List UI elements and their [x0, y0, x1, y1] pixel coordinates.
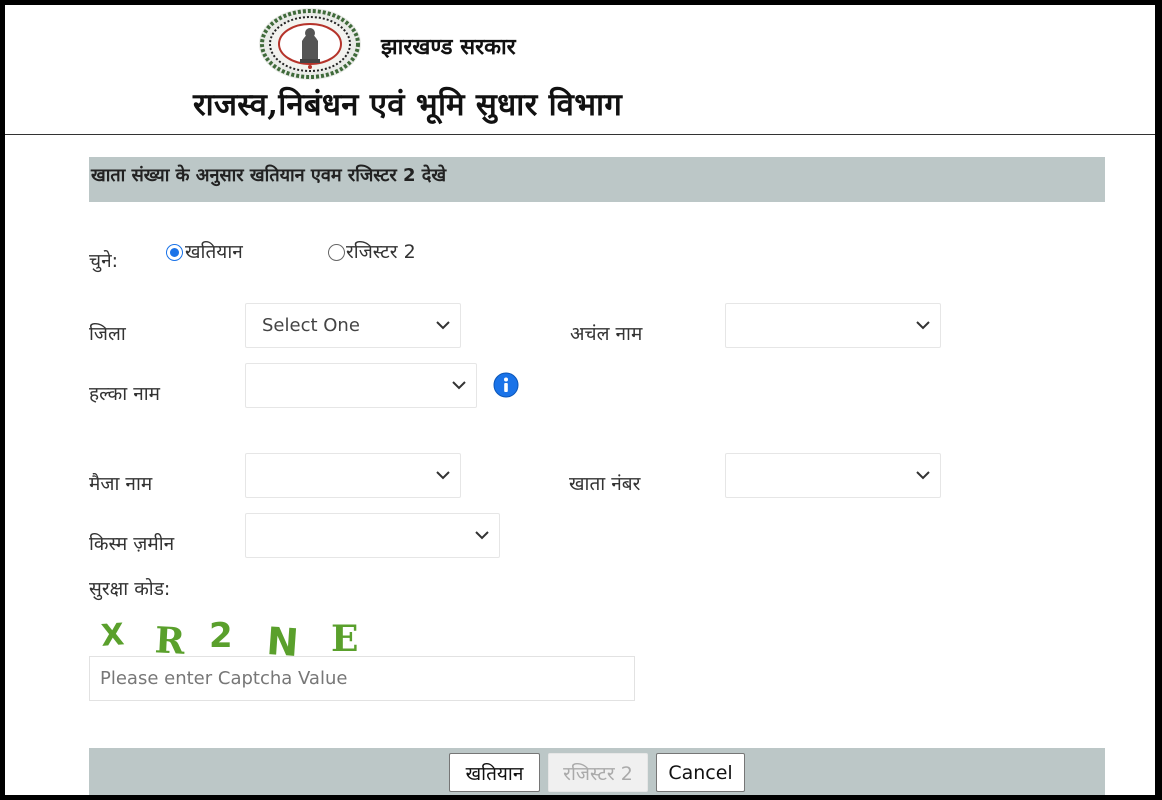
- khata-number-select[interactable]: [725, 453, 941, 498]
- cancel-button[interactable]: Cancel: [656, 753, 745, 792]
- land-type-label: किस्म ज़मीन: [89, 533, 175, 555]
- chevron-down-icon: [436, 321, 450, 330]
- section-header-bar: खाता संख्या के अनुसार खतियान एवम रजिस्टर…: [89, 157, 1105, 202]
- choose-label: चुने:: [89, 250, 119, 272]
- land-type-select[interactable]: [245, 513, 500, 558]
- svg-text:2: 2: [209, 616, 233, 656]
- state-emblem-logo: [259, 8, 361, 80]
- register2-radio[interactable]: [328, 244, 345, 261]
- button-bar: खतियान रजिस्टर 2 Cancel: [89, 748, 1105, 795]
- district-select[interactable]: Select One: [245, 303, 461, 348]
- page-frame: झारखण्ड सरकार राजस्व,निबंधन एवं भूमि सुध…: [5, 5, 1155, 795]
- halka-label: हल्का नाम: [89, 383, 161, 405]
- khatiyan-radio-label[interactable]: खतियान: [185, 238, 243, 264]
- chevron-down-icon: [452, 381, 466, 390]
- chevron-down-icon: [436, 471, 450, 480]
- government-name: झारखण्ड सरकार: [381, 34, 516, 60]
- department-name: राजस्व,निबंधन एवं भूमि सुधार विभाग: [193, 87, 623, 123]
- register2-radio-label[interactable]: रजिस्टर 2: [346, 238, 416, 264]
- svg-text:N: N: [265, 619, 300, 659]
- khata-number-label: खाता नंबर: [569, 473, 641, 495]
- site-header: झारखण्ड सरकार राजस्व,निबंधन एवं भूमि सुध…: [5, 5, 1155, 135]
- captcha-image: X R 2 N E: [100, 616, 359, 659]
- svg-text:E: E: [331, 618, 358, 659]
- section-title: खाता संख्या के अनुसार खतियान एवम रजिस्टर…: [91, 165, 447, 186]
- captcha-label: सुरक्षा कोड:: [89, 578, 171, 600]
- khatiyan-button[interactable]: खतियान: [449, 753, 540, 792]
- khatiyan-radio[interactable]: [166, 244, 183, 261]
- svg-text:X: X: [100, 617, 126, 654]
- circle-label: अचंल नाम: [570, 323, 643, 345]
- district-label: जिला: [89, 323, 126, 345]
- svg-text:R: R: [154, 619, 187, 659]
- chevron-down-icon: [916, 321, 930, 330]
- info-icon[interactable]: [493, 372, 519, 398]
- circle-select[interactable]: [725, 303, 941, 348]
- chevron-down-icon: [916, 471, 930, 480]
- halka-select[interactable]: [245, 363, 477, 408]
- mauja-label: मैजा नाम: [89, 473, 153, 495]
- chevron-down-icon: [475, 531, 489, 540]
- district-select-value: Select One: [262, 315, 360, 336]
- mauja-select[interactable]: [245, 453, 461, 498]
- captcha-input[interactable]: [89, 656, 635, 701]
- register2-button[interactable]: रजिस्टर 2: [548, 753, 648, 792]
